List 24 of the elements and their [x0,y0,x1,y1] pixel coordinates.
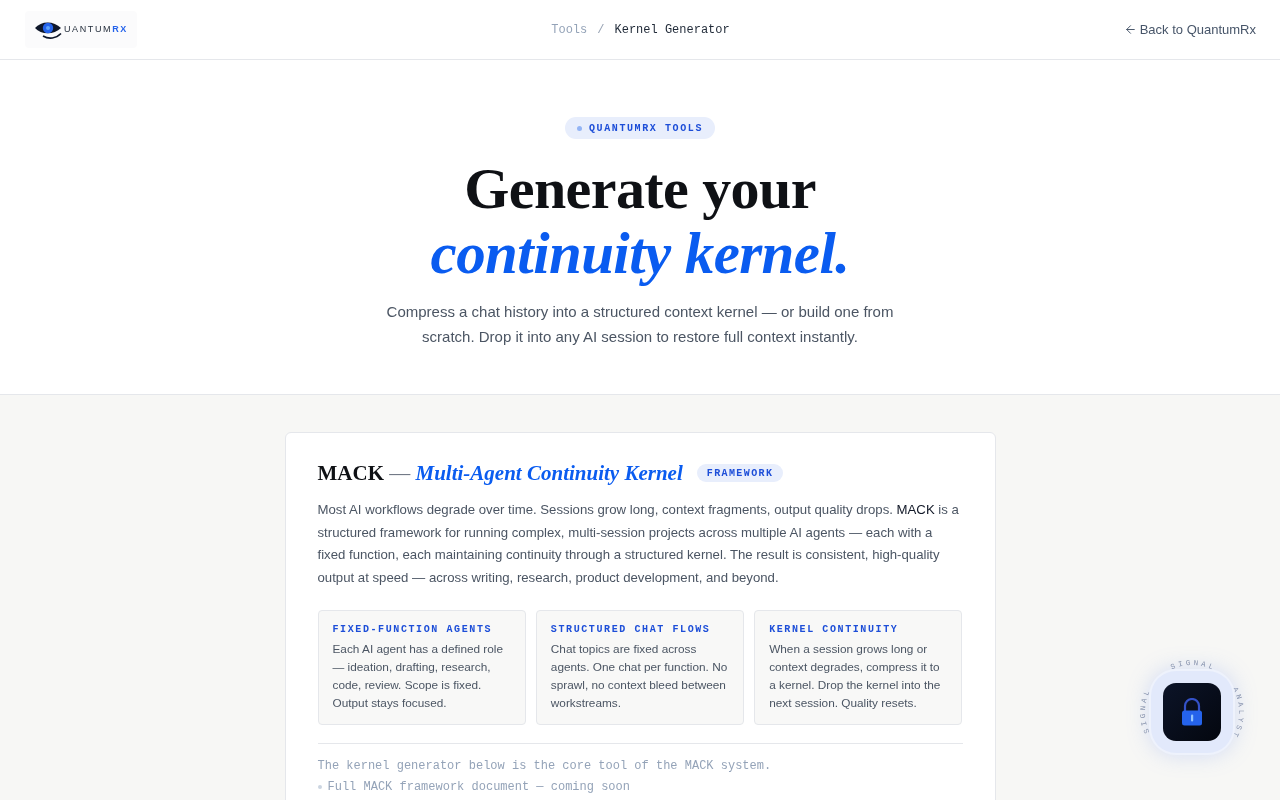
feature-title: FIXED-FUNCTION AGENTS [332,622,494,637]
eye-logo-icon [34,19,62,40]
breadcrumb-separator: / [597,21,605,39]
feature-text: Chat topics are fixed across agents. One chat per function. No sprawl, no context bleed between workstreams. [550,640,729,712]
framework-doc-note: Full MACK framework document — coming soon [327,778,630,796]
feature-title: STRUCTURED CHAT FLOWS [550,622,712,637]
hero-subtitle: Compress a chat history into a structured context kernel — or build one from scratch. Drop it into any AI session to restore full context instantly. [385,302,895,347]
arrow-left-icon [1123,23,1137,36]
card-description: Most AI workflows degrade over time. Sessions grow long, context fragments, output quality drops. MACK is a structured framework for running complex, multi-session projects across multiple AI agents — each with a fixed function, each maintaining continuity through a structured kernel. The result is consistent, high-quality output at speed — across writing, research, product development, and beyond. [317,501,960,588]
feature-text: Each AI agent has a defined role — ideation, drafting, research, code, review. Scope is fixed. Output stays focused. [332,640,505,712]
framework-badge: FRAMEWORK [696,464,784,482]
breadcrumb-link[interactable]: Kernel Generator [614,20,730,39]
card-title: MACK — Multi-Agent Continuity Kernel [317,460,683,487]
generator-note: The kernel generator below is the core tool of the MACK system. [317,757,773,775]
hero-title: Generate your [464,157,816,221]
padlock-icon [1180,698,1204,726]
logo-text: UANTUM RX [64,22,128,36]
feature-text: When a session grows long or context degrades, compress it to a kernel. Drop the kernel into the next session. Quality resets. [769,640,942,712]
back-link[interactable]: Back to QuantumRx [1123,19,1256,40]
logo-link[interactable]: UANTUM RX [25,11,137,48]
feature-title: KERNEL CONTINUITY [769,622,900,637]
hero-title-accent: continuity kernel. [430,221,850,285]
badge-label: QUANTUMRX TOOLS [589,121,703,136]
bullet-icon [317,784,322,789]
